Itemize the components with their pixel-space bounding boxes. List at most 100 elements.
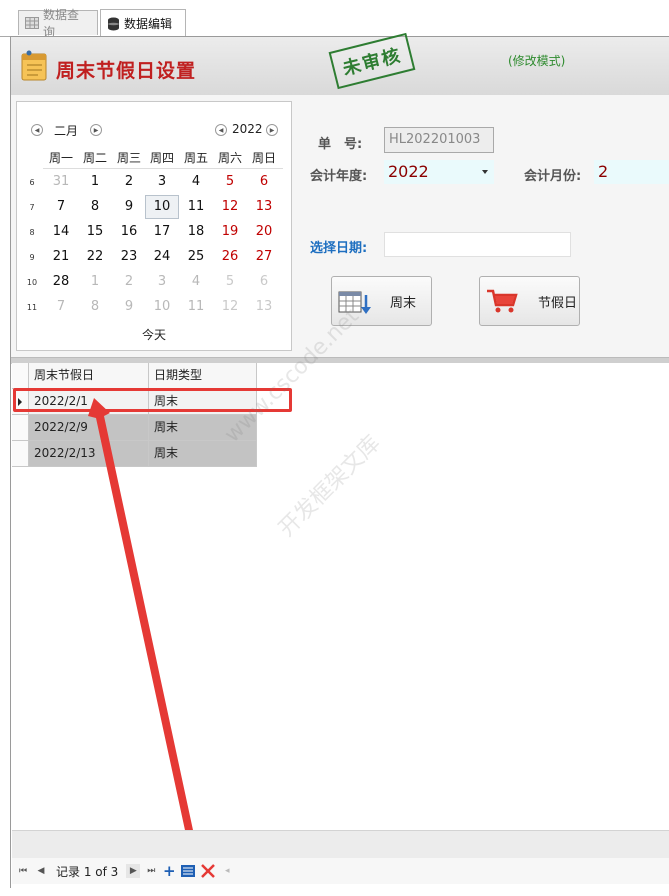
- calendar-day[interactable]: 3: [145, 270, 179, 294]
- calendar-day[interactable]: 6: [247, 270, 281, 294]
- holiday-button-label: 节假日: [538, 295, 578, 311]
- doc-no-label: 单 号:: [318, 137, 363, 152]
- grid-icon: [25, 17, 39, 29]
- calendar-day[interactable]: 8: [78, 195, 112, 219]
- doc-no-field[interactable]: HL202201003: [384, 127, 494, 153]
- today-button[interactable]: 今天: [17, 326, 291, 343]
- calendar-day[interactable]: 24: [145, 245, 179, 269]
- week-number: 10: [26, 278, 38, 287]
- calendar-day[interactable]: 18: [179, 220, 213, 244]
- calendar-day[interactable]: 2: [112, 270, 146, 294]
- next-month-icon[interactable]: ▶: [90, 124, 102, 136]
- date-label: 选择日期:: [310, 241, 368, 256]
- tab-data-edit[interactable]: 数据编辑: [100, 9, 186, 37]
- weekday-header: 周二: [82, 151, 107, 165]
- year-dropdown[interactable]: 2022: [384, 160, 494, 184]
- calendar-day[interactable]: 20: [247, 220, 281, 244]
- calendar-month[interactable]: 二月: [54, 122, 78, 139]
- calendar-day[interactable]: 1: [78, 170, 112, 194]
- calendar-day[interactable]: 13: [247, 295, 281, 319]
- weekend-button-label: 周末: [390, 295, 417, 311]
- weekday-header: 周日: [251, 151, 276, 165]
- edit-record-icon[interactable]: [180, 864, 196, 878]
- database-icon: [108, 17, 119, 30]
- weekday-header: 周六: [217, 151, 242, 165]
- calendar-day[interactable]: 10: [145, 295, 179, 319]
- calendar-day[interactable]: 1: [78, 270, 112, 294]
- year-label: 会计年度:: [310, 169, 368, 184]
- prev-month-icon[interactable]: ◀: [31, 124, 43, 136]
- chevron-down-icon[interactable]: [482, 170, 488, 174]
- column-header-date[interactable]: 周末节假日: [29, 363, 149, 389]
- mode-label: (修改模式): [508, 54, 566, 68]
- calendar-day[interactable]: 28: [44, 270, 78, 294]
- calendar-day[interactable]: 26: [213, 245, 247, 269]
- calendar-day[interactable]: 7: [44, 195, 78, 219]
- calendar-day[interactable]: 3: [145, 170, 179, 194]
- weekday-header: 周四: [149, 151, 174, 165]
- week-number: 11: [26, 303, 38, 312]
- calendar-year[interactable]: 2022: [232, 122, 263, 136]
- tab-data-query[interactable]: 数据查询: [18, 8, 98, 39]
- add-record-icon[interactable]: +: [162, 862, 176, 880]
- year-value: 2022: [388, 162, 429, 181]
- next-record-icon[interactable]: ▶: [126, 864, 141, 878]
- weekday-header: 周三: [116, 151, 141, 165]
- calendar-day[interactable]: 4: [179, 170, 213, 194]
- calendar-day[interactable]: 6: [247, 170, 281, 194]
- calendar-day[interactable]: 21: [44, 245, 78, 269]
- calendar-day[interactable]: 22: [78, 245, 112, 269]
- calendar-day[interactable]: 5: [213, 270, 247, 294]
- calendar-day[interactable]: 27: [247, 245, 281, 269]
- calendar-day[interactable]: 4: [179, 270, 213, 294]
- tab-data-query-label: 数据查询: [43, 8, 80, 39]
- row-indicator[interactable]: [12, 441, 29, 467]
- grid-footer: [12, 830, 669, 859]
- column-header-type[interactable]: 日期类型: [149, 363, 257, 389]
- table-cell[interactable]: 2022/2/13: [29, 441, 149, 467]
- calendar-day[interactable]: 9: [112, 295, 146, 319]
- holiday-button[interactable]: 节假日: [479, 276, 580, 326]
- week-number: 6: [29, 178, 35, 187]
- header-indicator-cell: [12, 363, 29, 389]
- month-field[interactable]: 2: [594, 160, 669, 184]
- calendar-day[interactable]: 12: [213, 195, 247, 219]
- table-cell[interactable]: 周末: [149, 441, 257, 467]
- calendar-day[interactable]: 12: [213, 295, 247, 319]
- first-record-icon[interactable]: ⏮: [16, 864, 30, 878]
- calendar-day[interactable]: 5: [213, 170, 247, 194]
- calendar-day[interactable]: 9: [112, 195, 146, 219]
- last-record-icon[interactable]: ⏭: [144, 864, 158, 878]
- calendar-day[interactable]: 16: [112, 220, 146, 244]
- calendar-day[interactable]: 23: [112, 245, 146, 269]
- row-indicator[interactable]: [12, 415, 29, 441]
- shopping-cart-icon: [487, 289, 518, 313]
- calendar-day[interactable]: 11: [179, 195, 213, 219]
- calendar-day[interactable]: 14: [44, 220, 78, 244]
- calendar-day[interactable]: 17: [145, 220, 179, 244]
- scroll-left-icon[interactable]: ◂: [220, 864, 234, 878]
- calendar-day[interactable]: 19: [213, 220, 247, 244]
- date-input[interactable]: [384, 232, 571, 257]
- calendar-day[interactable]: 15: [78, 220, 112, 244]
- prev-year-icon[interactable]: ◀: [215, 124, 227, 136]
- calendar-day[interactable]: 7: [44, 295, 78, 319]
- delete-record-icon[interactable]: [200, 864, 216, 878]
- calendar-day[interactable]: 10: [145, 195, 179, 219]
- record-counter: 记录 1 of 3: [56, 864, 119, 879]
- prev-record-icon[interactable]: ◀: [34, 864, 48, 878]
- calendar-day[interactable]: 11: [179, 295, 213, 319]
- record-navigator: ⏮ ◀ 记录 1 of 3 ▶ ⏭ + ◂: [12, 858, 669, 884]
- table-cell[interactable]: 2022/2/9: [29, 415, 149, 441]
- calendar-day[interactable]: 25: [179, 245, 213, 269]
- month-label: 会计月份:: [524, 169, 582, 184]
- calendar: ◀ 二月 ▶ ◀ 2022 ▶ 周一 周二 周三 周四 周五 周六 周日 6 31 1 2 3 4 5 6…: [16, 101, 292, 351]
- calendar-day[interactable]: 8: [78, 295, 112, 319]
- next-year-icon[interactable]: ▶: [266, 124, 278, 136]
- weekday-header: 周一: [48, 151, 73, 165]
- calendar-day[interactable]: 13: [247, 195, 281, 219]
- calendar-day[interactable]: 31: [44, 170, 78, 194]
- weekday-header: 周五: [183, 151, 208, 165]
- calendar-day[interactable]: 2: [112, 170, 146, 194]
- calendar-divider: [43, 168, 283, 169]
